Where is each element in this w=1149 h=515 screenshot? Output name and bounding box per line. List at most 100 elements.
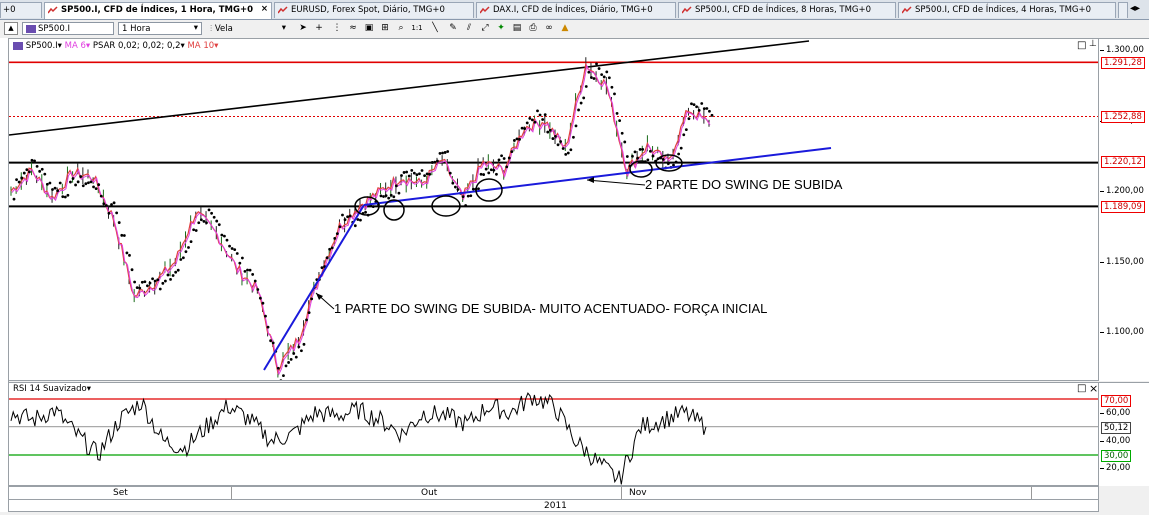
psar-dot <box>171 274 175 277</box>
psar-dot <box>446 150 450 153</box>
psar-dot <box>140 280 144 284</box>
psar-dot <box>294 355 298 359</box>
psar-dot <box>43 172 47 176</box>
psar-dot <box>128 253 131 257</box>
psar-dot <box>546 130 550 134</box>
template-icon[interactable]: ⊞ <box>378 22 392 35</box>
psar-dot <box>412 171 416 175</box>
rsi-label: RSI 14 Suavizado <box>13 384 87 394</box>
psar-dot <box>38 169 42 173</box>
tab-sp500-8h[interactable]: SP500.I, CFD de Índices, 8 Horas, TMG+0 <box>678 2 896 18</box>
psar-dot <box>189 240 193 244</box>
psar-dot <box>487 171 491 175</box>
maximize-icon[interactable]: □ <box>1077 383 1086 394</box>
psar-dot <box>443 151 447 154</box>
support-level-label: 1.220,12 <box>1101 156 1145 168</box>
legend-psar[interactable]: PSAR 0,02; 0,02; 0,2 <box>93 41 181 51</box>
psar-dot <box>66 193 70 197</box>
pin-icon[interactable]: ⊥ <box>1089 39 1097 49</box>
psar-dot <box>181 256 185 260</box>
time-axis[interactable]: Set Out Nov 2011 <box>8 486 1099 512</box>
zoom-11-icon[interactable]: 1:1 <box>410 22 424 35</box>
alert-icon[interactable]: ▲ <box>558 22 572 35</box>
rsi-low-level: 30,00 <box>1101 450 1132 462</box>
indicator-legend: SP500.I▾ MA 6▾ PSAR 0,02; 0,02; 0,2▾ MA … <box>13 41 218 51</box>
price-axis[interactable]: 1.300,00 1.250,00 1.200,00 1.150,00 1.10… <box>1099 38 1149 381</box>
psar-dot <box>507 156 511 160</box>
psar-dot <box>708 109 711 113</box>
pencil-icon[interactable]: ✎ <box>446 22 460 35</box>
symbol-field[interactable]: SP500.I <box>22 22 114 35</box>
psar-dot <box>579 101 583 105</box>
psar-dot <box>151 277 154 281</box>
grid-icon[interactable]: ⋮ <box>330 22 344 35</box>
signal-icon[interactable]: ✦ <box>494 22 508 35</box>
psar-dot <box>482 173 486 176</box>
object-list-icon[interactable]: ▣ <box>362 22 376 35</box>
tab-overflow[interactable] <box>1118 2 1128 18</box>
price-chart[interactable]: SP500.I▾ MA 6▾ PSAR 0,02; 0,02; 0,2▾ MA … <box>8 38 1099 381</box>
rsi-axis[interactable]: 70,00 60,00 50,12 40,00 30,00 20,00 <box>1099 382 1149 486</box>
psar-dot <box>574 124 578 128</box>
psar-dot <box>418 172 421 176</box>
legend-ma10[interactable]: MA 10 <box>187 41 214 51</box>
indicator-icon[interactable]: ≈ <box>346 22 360 35</box>
close-icon[interactable]: × <box>1089 383 1098 395</box>
psar-dot <box>533 120 537 124</box>
psar-dot <box>392 195 396 199</box>
psar-dot <box>202 219 206 223</box>
rsi-panel[interactable]: RSI 14 Suavizado▾ □ × <box>8 382 1099 486</box>
psar-dot <box>20 176 24 180</box>
psar-dot <box>328 247 332 251</box>
psar-dot <box>51 188 54 191</box>
print-icon[interactable]: ⎙ <box>526 22 540 35</box>
chart-type-value: Vela <box>214 24 233 34</box>
tab-dax[interactable]: DAX.I, CFD de Índices, Diário, TMG+0 <box>476 2 676 18</box>
tab-scroll-icon[interactable]: ◂▸ <box>1130 3 1140 14</box>
psar-dot <box>346 215 350 219</box>
tab-eurusd[interactable]: EURUSD, Forex Spot, Diário, TMG+0 <box>274 2 474 18</box>
legend-ma6[interactable]: MA 6 <box>65 41 86 51</box>
link-icon[interactable]: ∞ <box>542 22 556 35</box>
cursor-icon[interactable]: ➤ <box>296 22 310 35</box>
rsi-legend[interactable]: RSI 14 Suavizado▾ <box>13 384 91 394</box>
tab-partial[interactable]: +0 <box>0 2 42 18</box>
psar-dot <box>246 268 249 272</box>
psar-dot <box>271 341 275 345</box>
tab-sp500-4h[interactable]: SP500.I, CFD de Índices, 4 Horas, TMG+0 <box>898 2 1116 18</box>
tab-sp500-1h[interactable]: SP500.I, CFD de Índices, 1 Hora, TMG+0 × <box>44 2 272 19</box>
psar-dot <box>456 188 460 191</box>
psar-dot <box>220 233 224 237</box>
psar-dot <box>469 194 473 198</box>
psar-dot <box>338 225 342 229</box>
upper-trendline <box>9 40 810 136</box>
chevron-down-icon: ▾ <box>193 23 198 33</box>
maximize-icon[interactable]: □ <box>1077 40 1086 51</box>
crosshair-icon[interactable]: + <box>312 22 326 35</box>
psar-dot <box>564 152 568 156</box>
zoom-icon[interactable]: ⌕ <box>394 22 408 35</box>
psar-dot <box>76 180 80 184</box>
timeframe-select[interactable]: 1 Hora ▾ <box>118 22 202 35</box>
psar-dot <box>176 268 180 272</box>
collapse-up-icon[interactable]: ▲ <box>4 22 18 35</box>
chart-type-select[interactable]: ⫶ Vela ▾ <box>206 22 290 35</box>
channel-icon[interactable]: ⫽ <box>462 22 476 35</box>
legend-symbol[interactable]: SP500.I <box>26 41 58 51</box>
psar-dot <box>230 247 234 250</box>
psar-dot <box>125 251 129 255</box>
psar-dot <box>554 134 557 138</box>
psar-dot <box>115 211 119 215</box>
psar-dot <box>382 195 385 198</box>
psar-dot <box>615 112 619 115</box>
psar-dot <box>500 154 503 158</box>
expand-icon[interactable]: ⤢ <box>478 22 492 35</box>
close-icon[interactable]: × <box>261 4 268 14</box>
symbol-icon <box>13 41 23 50</box>
psar-dot <box>122 234 126 237</box>
psar-dot <box>625 155 629 158</box>
swing-1-trendline <box>263 204 365 371</box>
trendline-icon[interactable]: ╲ <box>428 22 442 35</box>
psar-dot <box>510 150 514 154</box>
save-icon[interactable]: ▤ <box>510 22 524 35</box>
